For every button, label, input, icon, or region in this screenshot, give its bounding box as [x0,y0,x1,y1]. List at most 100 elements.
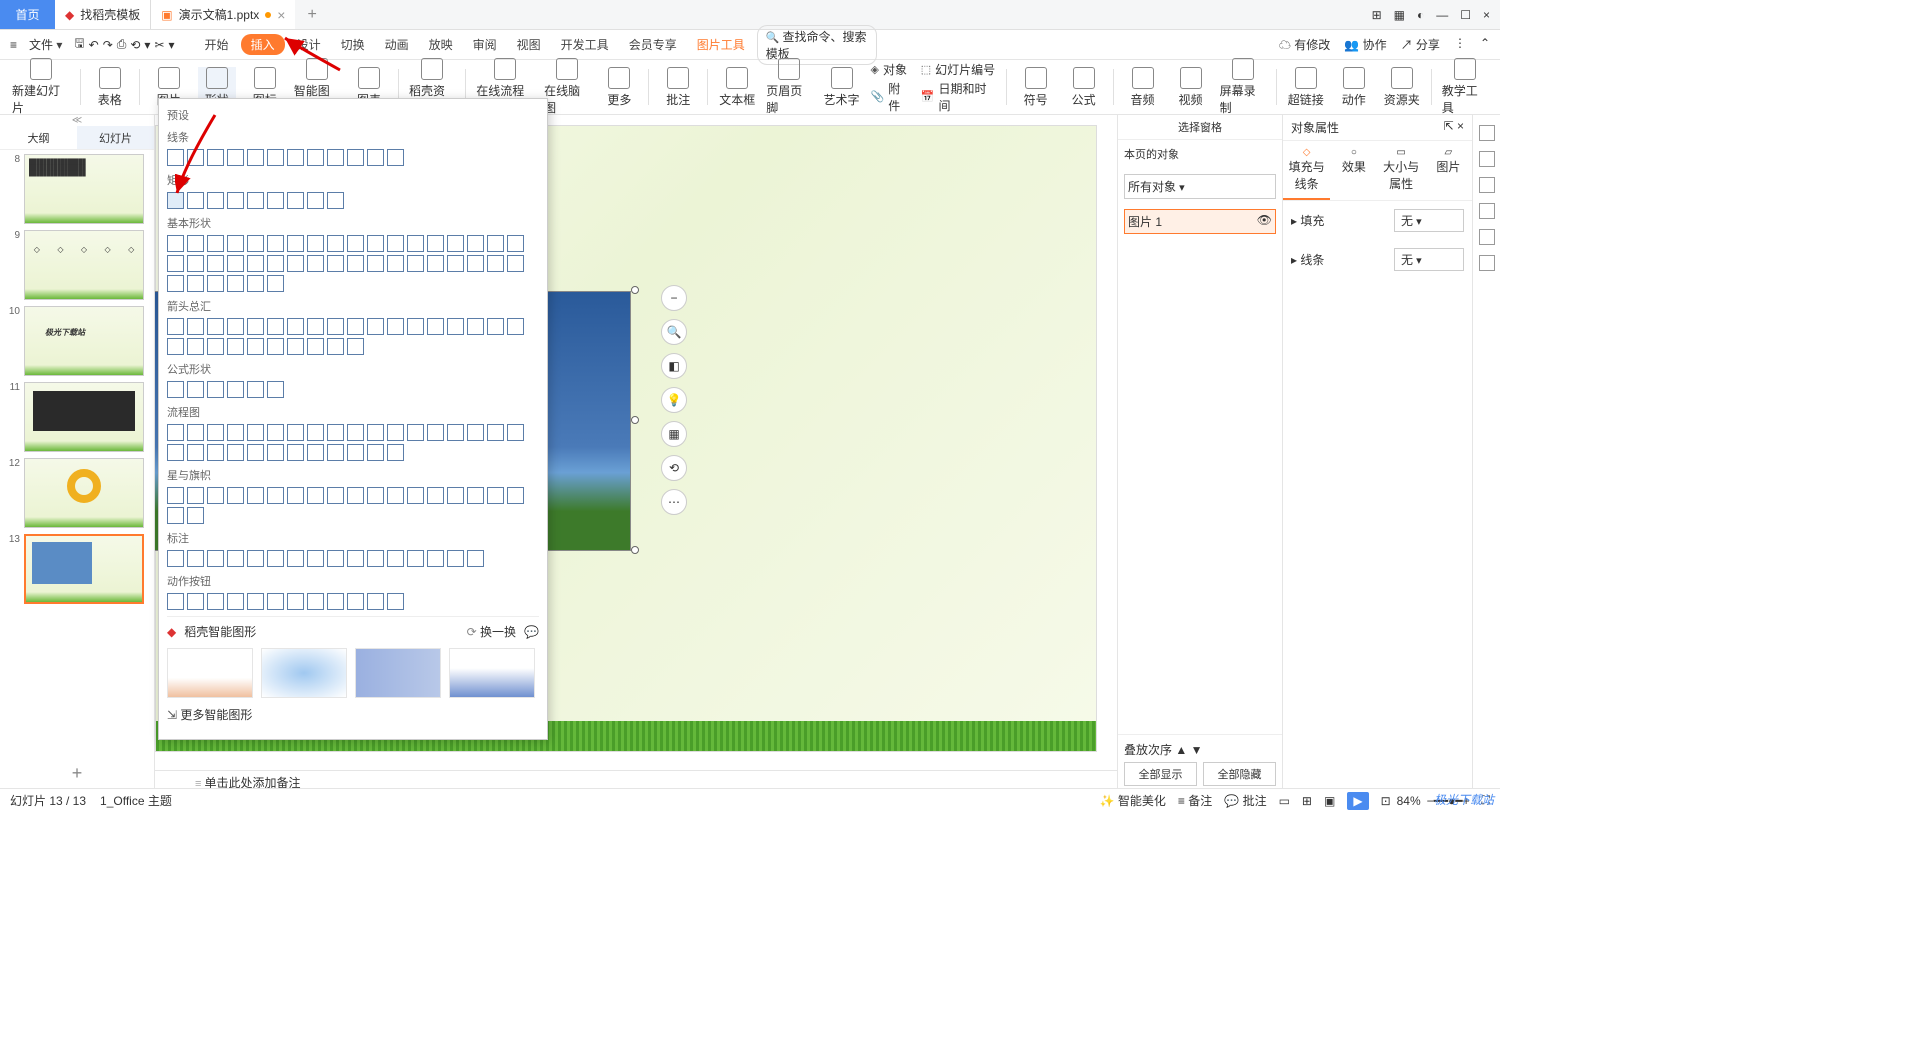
minimize-icon[interactable]: — [1436,8,1448,22]
shape-option[interactable] [487,318,504,335]
ribbon-object[interactable]: ◈ 对象 [871,61,911,78]
ribbon-screenrec[interactable]: 屏幕录制 [1220,58,1266,116]
menu-dev[interactable]: 开发工具 [553,32,617,57]
shape-option[interactable] [307,149,324,166]
shape-option[interactable] [347,550,364,567]
shape-option[interactable] [407,487,424,504]
shape-option[interactable] [367,444,384,461]
chat-icon[interactable]: 💬 [524,625,539,639]
shape-option[interactable] [207,424,224,441]
shape-option[interactable] [287,338,304,355]
shape-option[interactable] [207,235,224,252]
menu-insert[interactable]: 插入 [241,34,285,55]
shape-option[interactable] [387,444,404,461]
shape-option[interactable] [487,424,504,441]
shape-option[interactable] [267,255,284,272]
shape-option[interactable] [207,275,224,292]
shape-option[interactable] [387,318,404,335]
shape-option[interactable] [387,424,404,441]
tab-document[interactable]: ▣演示文稿1.pptx× [151,0,295,29]
shape-option[interactable] [387,255,404,272]
shape-option[interactable] [307,444,324,461]
ribbon-table[interactable]: 表格 [91,67,129,108]
ribbon-symbol[interactable]: 符号 [1017,67,1055,108]
shape-option[interactable] [267,444,284,461]
shape-option[interactable] [307,487,324,504]
shape-option[interactable] [447,235,464,252]
shape-option[interactable] [267,149,284,166]
tab-size[interactable]: ▭大小与属性 [1378,141,1425,200]
shape-option[interactable] [187,424,204,441]
tab-home[interactable]: 首页 [0,0,55,29]
ribbon-formula[interactable]: 公式 [1065,67,1103,108]
shape-option[interactable] [247,444,264,461]
shape-option[interactable] [307,318,324,335]
shape-option[interactable] [367,318,384,335]
shape-option[interactable] [427,235,444,252]
shape-option[interactable] [207,318,224,335]
tab-effect[interactable]: ○效果 [1330,141,1377,200]
ribbon-teach[interactable]: 教学工具 [1442,58,1488,116]
shape-option[interactable] [367,255,384,272]
shape-option[interactable] [247,275,264,292]
ribbon-respack[interactable]: 资源夹 [1383,67,1421,108]
shape-option[interactable] [187,275,204,292]
zoom-fit-icon[interactable]: ⊡ [1381,794,1391,808]
shape-option[interactable] [327,318,344,335]
sidecol-icon-6[interactable] [1479,255,1495,271]
shape-option[interactable] [407,318,424,335]
shape-option[interactable] [487,235,504,252]
shape-option[interactable] [207,444,224,461]
shape-option[interactable] [287,255,304,272]
add-slide-button[interactable]: + [0,755,154,792]
shape-option[interactable] [227,338,244,355]
menu-start[interactable]: 开始 [197,32,237,57]
shape-option[interactable] [387,149,404,166]
thumb-11[interactable]: 11 [4,382,150,452]
shape-option[interactable] [307,593,324,610]
view-slideshow-icon[interactable]: ▶ [1347,792,1368,810]
shape-option[interactable] [207,593,224,610]
shape-option[interactable] [247,149,264,166]
shape-option[interactable] [427,487,444,504]
ribbon-headerfooter[interactable]: 页眉页脚 [766,58,812,116]
shape-option[interactable] [227,444,244,461]
menu-play[interactable]: 放映 [421,32,461,57]
shape-option[interactable] [167,381,184,398]
shape-option[interactable] [327,149,344,166]
shape-option[interactable] [507,487,524,504]
shape-option[interactable] [307,235,324,252]
shape-option[interactable] [327,424,344,441]
shape-option[interactable] [287,149,304,166]
ribbon-mind[interactable]: 在线脑图 [544,58,590,116]
crop-icon[interactable]: ◧ [661,353,687,379]
shape-option[interactable] [287,318,304,335]
tab-outline[interactable]: 大纲 [0,126,77,149]
shape-option[interactable] [327,255,344,272]
shape-option[interactable] [387,487,404,504]
more-smart-shapes[interactable]: ⇲ 更多智能图形 [167,698,539,731]
shape-option[interactable] [507,235,524,252]
shape-option[interactable] [467,550,484,567]
shape-option[interactable] [247,235,264,252]
shape-option[interactable] [347,235,364,252]
shape-option[interactable] [247,255,264,272]
shape-option[interactable] [167,338,184,355]
shape-option[interactable] [407,255,424,272]
pin-icon[interactable]: ⇱ [1444,119,1454,133]
menu-review[interactable]: 审阅 [465,32,505,57]
shape-option[interactable] [227,255,244,272]
undo-icon[interactable]: ↶ [89,38,99,52]
shape-option[interactable] [187,318,204,335]
ribbon-attach[interactable]: 📎 附件 [871,80,911,114]
tab-slides[interactable]: 幻灯片 [77,126,154,149]
hide-all-button[interactable]: 全部隐藏 [1203,762,1276,786]
shape-option[interactable] [327,550,344,567]
line-combo[interactable]: 无 ▾ [1394,248,1464,271]
qat-icon[interactable]: ⟲ [130,38,140,52]
shape-option[interactable] [427,318,444,335]
ribbon-datetime[interactable]: 📅 日期和时间 [921,80,996,114]
shape-option[interactable] [347,593,364,610]
menu-animation[interactable]: 动画 [377,32,417,57]
shape-option[interactable] [227,235,244,252]
